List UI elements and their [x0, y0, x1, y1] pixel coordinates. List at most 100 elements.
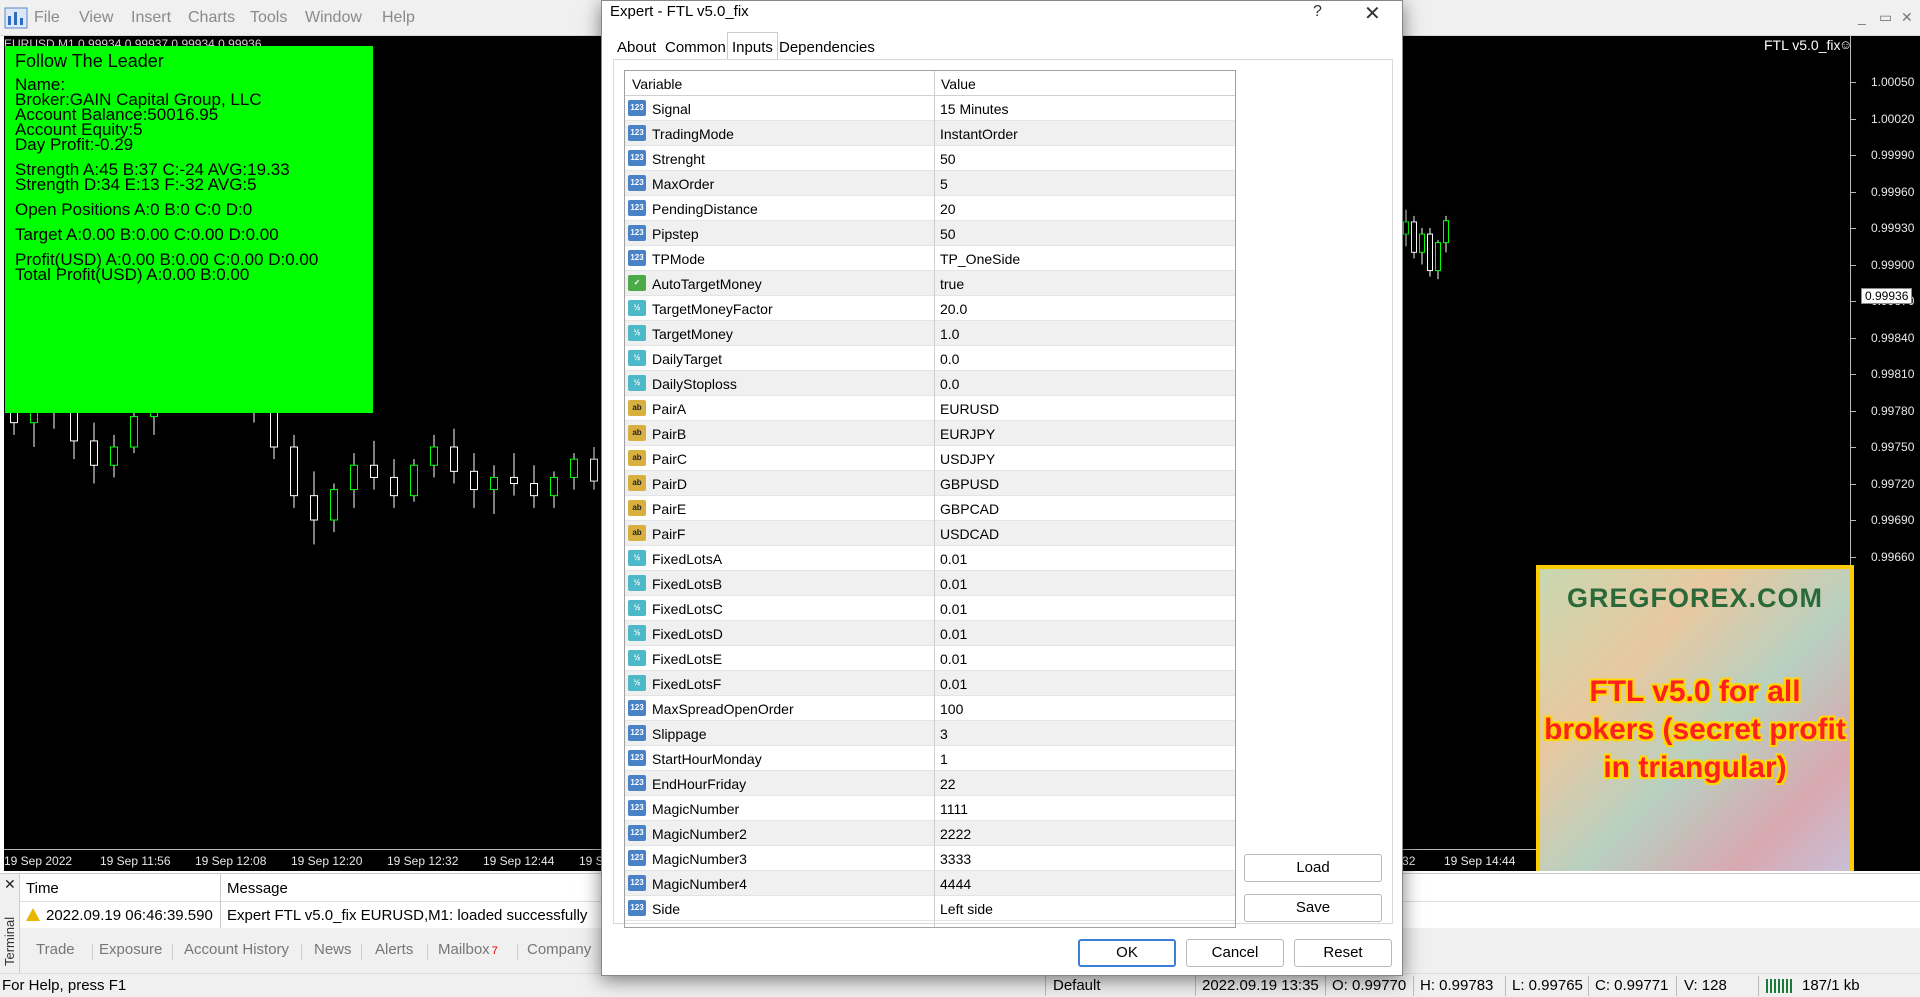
param-row[interactable]: ab PairD GBPUSD: [625, 471, 1235, 496]
tab-exposure[interactable]: Exposure: [99, 941, 162, 958]
tab-company[interactable]: Company: [527, 941, 591, 958]
help-button[interactable]: ?: [1313, 3, 1322, 21]
param-value[interactable]: USDJPY: [940, 451, 995, 467]
param-value[interactable]: USDCAD: [940, 526, 999, 542]
param-value[interactable]: EURUSD: [940, 401, 999, 417]
param-value[interactable]: 5: [940, 176, 948, 192]
close-icon[interactable]: ✕: [4, 876, 16, 893]
param-row[interactable]: 123 TradingMode InstantOrder: [625, 121, 1235, 146]
param-value[interactable]: true: [940, 276, 964, 292]
param-row[interactable]: 123 Slippage 3: [625, 721, 1235, 746]
tab-about[interactable]: About: [617, 35, 656, 60]
param-row[interactable]: 123 StartHourMonday 1: [625, 746, 1235, 771]
status-profile[interactable]: Default: [1053, 977, 1101, 994]
menu-charts[interactable]: Charts: [188, 9, 235, 27]
param-value[interactable]: Left side: [940, 901, 993, 917]
menu-file[interactable]: File: [34, 9, 60, 27]
param-row[interactable]: ab PairC USDJPY: [625, 446, 1235, 471]
param-row[interactable]: ab PairE GBPCAD: [625, 496, 1235, 521]
param-row[interactable]: ½ FixedLotsA 0.01: [625, 546, 1235, 571]
tab-news[interactable]: News: [314, 941, 352, 958]
param-value[interactable]: 0.01: [940, 676, 967, 692]
param-value[interactable]: 0.0: [940, 376, 959, 392]
param-row[interactable]: ½ FixedLotsC 0.01: [625, 596, 1235, 621]
col-variable[interactable]: Variable: [632, 76, 682, 92]
param-value[interactable]: GBPUSD: [940, 476, 999, 492]
param-row[interactable]: 123 PendingDistance 20: [625, 196, 1235, 221]
param-value[interactable]: 50: [940, 151, 956, 167]
param-row[interactable]: ab PairB EURJPY: [625, 421, 1235, 446]
col-value[interactable]: Value: [941, 76, 976, 92]
param-value[interactable]: 0.01: [940, 576, 967, 592]
param-value[interactable]: 3333: [940, 851, 971, 867]
param-row[interactable]: 123 MagicNumber3 3333: [625, 846, 1235, 871]
tab-trade[interactable]: Trade: [36, 941, 75, 958]
param-row[interactable]: 123 MagicNumber4 4444: [625, 871, 1235, 896]
param-row[interactable]: 123 Pipstep 50: [625, 221, 1235, 246]
param-value[interactable]: 100: [940, 701, 963, 717]
param-row[interactable]: ½ TargetMoney 1.0: [625, 321, 1235, 346]
param-row[interactable]: 123 MagicNumber2 2222: [625, 821, 1235, 846]
close-window-button[interactable]: ✕: [1901, 9, 1913, 26]
col-message[interactable]: Message: [227, 880, 288, 897]
tab-common[interactable]: Common: [665, 35, 726, 60]
param-value[interactable]: 1: [940, 751, 948, 767]
price-scale[interactable]: 1.00050 1.00020 0.99990 0.99960 0.99930 0.999…: [1850, 36, 1920, 871]
param-row[interactable]: ab PairF USDCAD: [625, 521, 1235, 546]
save-button[interactable]: Save: [1244, 894, 1382, 922]
param-row[interactable]: ½ FixedLotsB 0.01: [625, 571, 1235, 596]
param-value[interactable]: 50: [940, 226, 956, 242]
param-value[interactable]: GBPCAD: [940, 501, 999, 517]
param-row[interactable]: ✓ AutoTargetMoney true: [625, 271, 1235, 296]
param-value[interactable]: 15 Minutes: [940, 101, 1008, 117]
param-value[interactable]: 0.01: [940, 551, 967, 567]
menu-help[interactable]: Help: [382, 9, 415, 27]
param-value[interactable]: 1111: [940, 801, 968, 817]
param-row[interactable]: 123 MaxOrder 5: [625, 171, 1235, 196]
tab-mailbox[interactable]: Mailbox 7: [438, 941, 498, 958]
param-row[interactable]: 123 EndHourFriday 22: [625, 771, 1235, 796]
param-row[interactable]: ½ TargetMoneyFactor 20.0: [625, 296, 1235, 321]
param-value[interactable]: 0.01: [940, 601, 967, 617]
menu-insert[interactable]: Insert: [131, 9, 171, 27]
param-value[interactable]: 0.01: [940, 651, 967, 667]
param-value[interactable]: EURJPY: [940, 426, 995, 442]
param-row[interactable]: 123 TPMode TP_OneSide: [625, 246, 1235, 271]
param-value[interactable]: 1.0: [940, 326, 959, 342]
menu-view[interactable]: View: [79, 9, 113, 27]
param-value[interactable]: 0.0: [940, 351, 959, 367]
param-row[interactable]: ½ FixedLotsD 0.01: [625, 621, 1235, 646]
param-row[interactable]: ab PairA EURUSD: [625, 396, 1235, 421]
restore-button[interactable]: ▭: [1879, 9, 1892, 26]
reset-button[interactable]: Reset: [1294, 939, 1392, 967]
dialog-close-button[interactable]: ✕: [1364, 1, 1381, 26]
param-value[interactable]: 0.01: [940, 626, 967, 642]
param-row[interactable]: 123 MaxSpreadOpenOrder 100: [625, 696, 1235, 721]
param-value[interactable]: 22: [940, 776, 956, 792]
tab-inputs[interactable]: Inputs: [727, 32, 778, 61]
param-row[interactable]: ½ FixedLotsF 0.01: [625, 671, 1235, 696]
param-row[interactable]: 123 Side Left side: [625, 896, 1235, 921]
tab-alerts[interactable]: Alerts: [375, 941, 413, 958]
param-row[interactable]: ½ FixedLotsE 0.01: [625, 646, 1235, 671]
menu-tools[interactable]: Tools: [250, 9, 287, 27]
tab-dependencies[interactable]: Dependencies: [779, 35, 875, 60]
param-row[interactable]: ½ DailyStoploss 0.0: [625, 371, 1235, 396]
col-time[interactable]: Time: [26, 880, 59, 897]
minimize-button[interactable]: _: [1858, 9, 1866, 25]
param-value[interactable]: 20: [940, 201, 956, 217]
menu-window[interactable]: Window: [305, 9, 362, 27]
param-value[interactable]: 4444: [940, 876, 971, 892]
param-value[interactable]: 20.0: [940, 301, 967, 317]
param-value[interactable]: TP_OneSide: [940, 251, 1020, 267]
param-row[interactable]: 123 MagicNumber 1111: [625, 796, 1235, 821]
load-button[interactable]: Load: [1244, 854, 1382, 882]
param-value[interactable]: InstantOrder: [940, 126, 1018, 142]
param-row[interactable]: ½ DailyTarget 0.0: [625, 346, 1235, 371]
cancel-button[interactable]: Cancel: [1186, 939, 1284, 967]
param-row[interactable]: 123 Signal 15 Minutes: [625, 96, 1235, 121]
tab-account-history[interactable]: Account History: [184, 941, 289, 958]
ok-button[interactable]: OK: [1078, 939, 1176, 967]
param-value[interactable]: 2222: [940, 826, 971, 842]
param-row[interactable]: 123 Strenght 50: [625, 146, 1235, 171]
